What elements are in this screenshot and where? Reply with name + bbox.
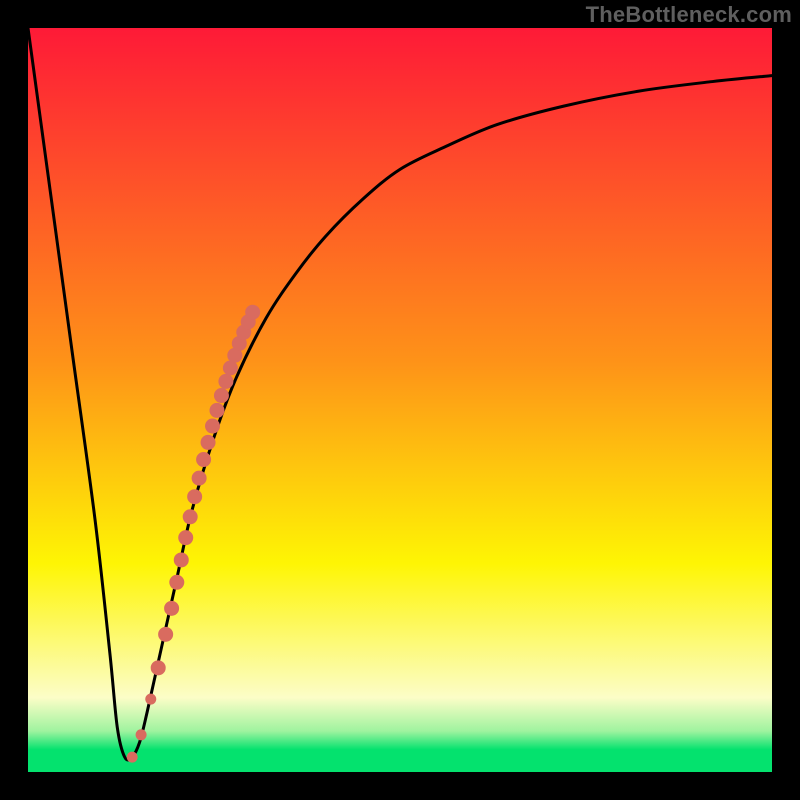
dot — [145, 694, 156, 705]
dot — [245, 305, 260, 320]
dot — [169, 575, 184, 590]
dot — [218, 374, 233, 389]
dot — [187, 489, 202, 504]
dot — [127, 752, 138, 763]
chart-frame: TheBottleneck.com — [0, 0, 800, 800]
dot — [151, 660, 166, 675]
dot — [192, 471, 207, 486]
dot — [158, 627, 173, 642]
watermark-text: TheBottleneck.com — [586, 2, 792, 28]
dot — [136, 729, 147, 740]
dot — [183, 509, 198, 524]
dot — [214, 388, 229, 403]
dot — [174, 552, 189, 567]
bottleneck-chart — [0, 0, 800, 800]
dot — [205, 419, 220, 434]
dot — [201, 435, 216, 450]
dot — [209, 403, 224, 418]
dot — [178, 530, 193, 545]
gradient-background — [28, 28, 772, 772]
dot — [196, 452, 211, 467]
dot — [164, 601, 179, 616]
